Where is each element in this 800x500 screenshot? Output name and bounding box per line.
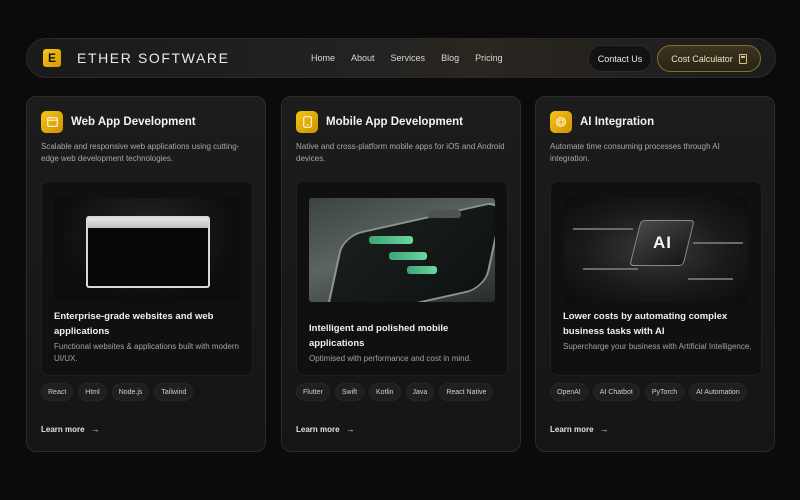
tag: PyTorch [644, 383, 685, 401]
calculator-icon [738, 53, 747, 64]
nav-item-pricing[interactable]: Pricing [475, 53, 503, 63]
learn-more-link[interactable]: Learn more → [296, 424, 355, 434]
arrow-right-icon: → [345, 424, 355, 434]
feature-title: Enterprise-grade websites and web applic… [54, 311, 214, 337]
nav-item-services[interactable]: Services [391, 53, 426, 63]
brand-logo-icon[interactable]: E [43, 49, 61, 67]
arrow-right-icon: → [599, 424, 609, 434]
nav-menu: Home About Services Blog Pricing [311, 53, 519, 63]
learn-more-label: Learn more [41, 424, 85, 434]
nav-item-about[interactable]: About [351, 53, 375, 63]
feature-title: Intelligent and polished mobile applicat… [309, 323, 449, 349]
feature-panel: Enterprise-grade websites and web applic… [41, 181, 253, 376]
tag: AI Automation [689, 383, 747, 401]
tag: OpenAI [550, 383, 588, 401]
service-card-web: Web App Development Scalable and respons… [26, 96, 266, 452]
tag: React [41, 383, 74, 401]
mobile-illustration [309, 198, 495, 302]
service-card-mobile: Mobile App Development Native and cross-… [281, 96, 521, 452]
tag: Html [78, 383, 107, 401]
learn-more-link[interactable]: Learn more → [41, 424, 100, 434]
browser-window-graphic [86, 216, 210, 288]
feature-subtitle: Supercharge your business with Artificia… [563, 342, 752, 351]
chip-label: AI [652, 233, 672, 252]
contact-us-button[interactable]: Contact Us [588, 45, 652, 72]
ai-chip-graphic: AI [629, 220, 695, 266]
phone-graphic [323, 199, 495, 302]
nav-item-blog[interactable]: Blog [441, 53, 459, 63]
tag: Node.js [111, 383, 150, 401]
service-card-ai: AI Integration Automate time consuming p… [535, 96, 775, 452]
card-title: Mobile App Development [326, 116, 463, 128]
learn-more-link[interactable]: Learn more → [550, 424, 609, 434]
cost-calculator-label: Cost Calculator [671, 53, 733, 64]
tag: Kotlin [369, 383, 401, 401]
learn-more-label: Learn more [550, 424, 594, 434]
card-title: Web App Development [71, 116, 196, 128]
tech-tags: OpenAI AI Chatbot PyTorch AI Automation [550, 383, 747, 401]
contact-us-label: Contact Us [597, 53, 643, 64]
browser-window-icon [41, 111, 63, 133]
feature-subtitle: Functional websites & applications built… [54, 342, 239, 363]
mobile-phone-icon [296, 111, 318, 133]
tech-tags: React Html Node.js Tailwind [41, 383, 194, 401]
feature-panel: Intelligent and polished mobile applicat… [296, 181, 508, 376]
tag: React Native [439, 383, 494, 401]
tag: Java [405, 383, 435, 401]
cost-calculator-button[interactable]: Cost Calculator [657, 45, 761, 72]
card-description: Automate time consuming processes throug… [550, 142, 720, 163]
learn-more-label: Learn more [296, 424, 340, 434]
brand-name[interactable]: ETHER SOFTWARE [77, 50, 247, 66]
ai-chip-icon [550, 111, 572, 133]
ai-chip-illustration: AI [563, 198, 749, 302]
feature-subtitle: Optimised with performance and cost in m… [309, 354, 472, 363]
tech-tags: Flutter Swift Kotlin Java React Native [296, 383, 494, 401]
tag: Swift [334, 383, 365, 401]
card-title: AI Integration [580, 116, 655, 128]
tag: AI Chatbot [592, 383, 640, 401]
card-description: Native and cross-platform mobile apps fo… [296, 142, 505, 163]
top-navbar: E ETHER SOFTWARE Home About Services Blo… [26, 38, 776, 78]
card-description: Scalable and responsive web applications… [41, 142, 240, 163]
feature-title: Lower costs by automating complex busine… [563, 311, 728, 337]
nav-item-home[interactable]: Home [311, 53, 335, 63]
arrow-right-icon: → [90, 424, 100, 434]
tag: Tailwind [154, 383, 194, 401]
web-illustration [54, 198, 240, 302]
feature-panel: AI Lower costs by automating complex bus… [550, 181, 762, 376]
tag: Flutter [296, 383, 330, 401]
